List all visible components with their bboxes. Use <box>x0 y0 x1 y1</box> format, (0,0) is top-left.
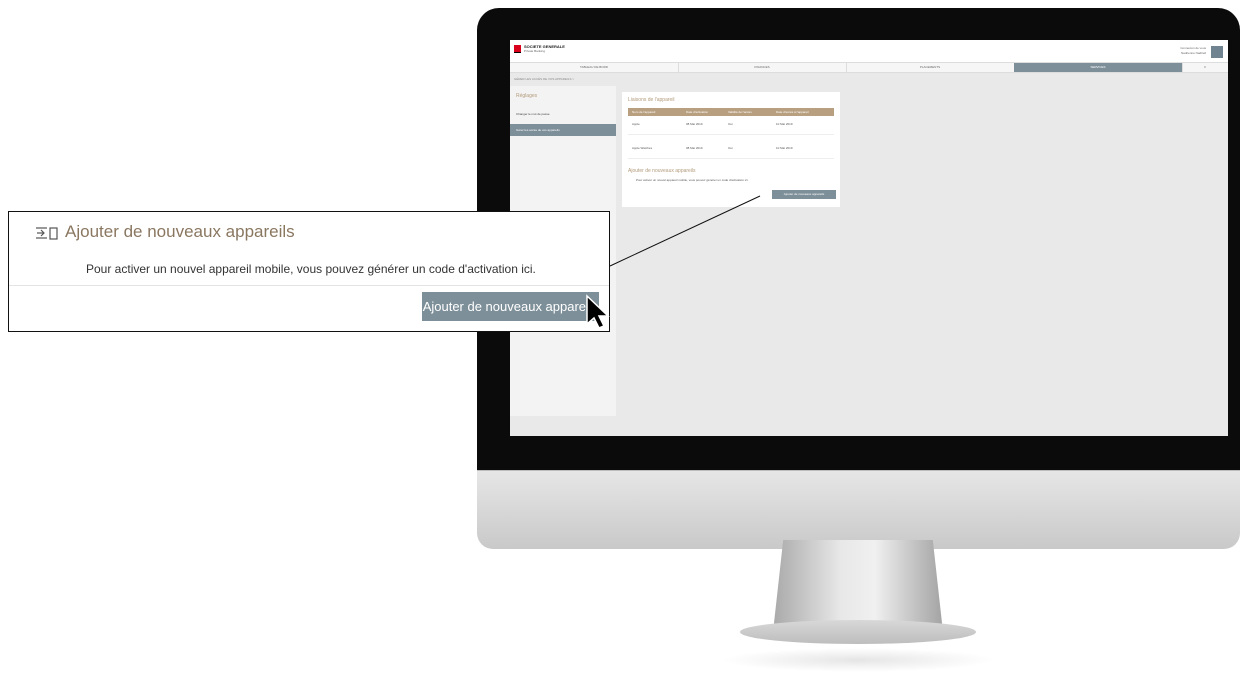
imac-chin <box>477 470 1240 549</box>
monitor-screen: SOCIETE GENERALE Private Banking Connexi… <box>510 40 1228 436</box>
column-header: Validité de l'accès <box>728 110 752 114</box>
nav-placements[interactable]: PLACEMENTS <box>846 63 1015 72</box>
imac-foot-shadow <box>720 648 996 672</box>
main-nav: TABLEAU DE BORD FINANCES PLACEMENTS SERV… <box>510 62 1228 73</box>
brand-logo-bar <box>514 52 521 53</box>
devices-card-title: Liaisons de l'appareil <box>628 97 675 103</box>
devices-table-header: Nom de l'appareil Date d'activation Vali… <box>628 108 834 116</box>
table-cell: Oui <box>728 146 733 150</box>
imac-stand <box>773 540 943 632</box>
user-menu-button[interactable] <box>1211 46 1223 58</box>
sidebar-item-manage-devices[interactable]: Gérer les accès de vos appareils <box>510 124 616 136</box>
table-cell: 08 Mai 2019 <box>686 122 703 126</box>
nav-services[interactable]: SERVICES <box>1014 63 1183 72</box>
callout-description: Pour activer un nouvel appareil mobile, … <box>86 262 536 276</box>
column-header: Date d'activation <box>686 110 709 114</box>
nav-finances[interactable]: FINANCES <box>678 63 847 72</box>
brand-subtitle: Private Banking <box>524 49 546 53</box>
nav-menu-icon[interactable]: ≡ <box>1182 63 1228 72</box>
add-devices-title: Ajouter de nouveaux appareils <box>628 168 696 174</box>
add-devices-text: Pour activer un nouvel appareil mobile, … <box>636 178 749 182</box>
zoom-callout: Ajouter de nouveaux appareils Pour activ… <box>8 211 610 332</box>
user-info: Connexion de vous Nadrienne Nadtrell <box>1180 46 1206 56</box>
imac-base <box>740 620 976 644</box>
table-cell: Oui <box>728 122 733 126</box>
add-device-icon <box>36 227 58 240</box>
add-devices-button[interactable]: Ajouter de nouveaux appareils <box>422 292 599 321</box>
mouse-cursor-icon <box>586 294 610 329</box>
add-devices-button[interactable]: Ajouter de nouveaux appareils <box>772 190 836 199</box>
table-cell: 10 Mai 2019 <box>776 146 793 150</box>
table-cell: Apple Watches <box>632 146 653 150</box>
table-row: Apple 08 Mai 2019 Oui 10 Mai 2019 <box>628 116 834 135</box>
breadcrumb[interactable]: GÉRER LES ACCÈS DE VOS APPAREILS > <box>514 77 574 81</box>
table-cell: 08 Mai 2019 <box>686 146 703 150</box>
sidebar-item-label: Gérer les accès de vos appareils <box>516 128 560 132</box>
sidebar-title: Réglages <box>516 93 538 99</box>
user-line-2: Nadrienne Nadtrell <box>1180 51 1206 55</box>
brand-logo-icon <box>514 45 521 52</box>
callout-divider <box>9 285 609 286</box>
callout-title: Ajouter de nouveaux appareils <box>65 222 295 241</box>
devices-card: Liaisons de l'appareil Nom de l'appareil… <box>622 92 840 207</box>
nav-tableau-de-bord[interactable]: TABLEAU DE BORD <box>510 63 679 72</box>
sidebar-item-change-password[interactable]: Changer le mot de passe <box>516 112 550 116</box>
site-header: SOCIETE GENERALE Private Banking Connexi… <box>510 40 1228 62</box>
column-header: Nom de l'appareil <box>632 110 656 114</box>
table-row: Apple Watches 08 Mai 2019 Oui 10 Mai 201… <box>628 140 834 159</box>
column-header: Date d'accès à l'appareil <box>776 110 809 114</box>
table-cell: 10 Mai 2019 <box>776 122 793 126</box>
table-cell: Apple <box>632 122 640 126</box>
